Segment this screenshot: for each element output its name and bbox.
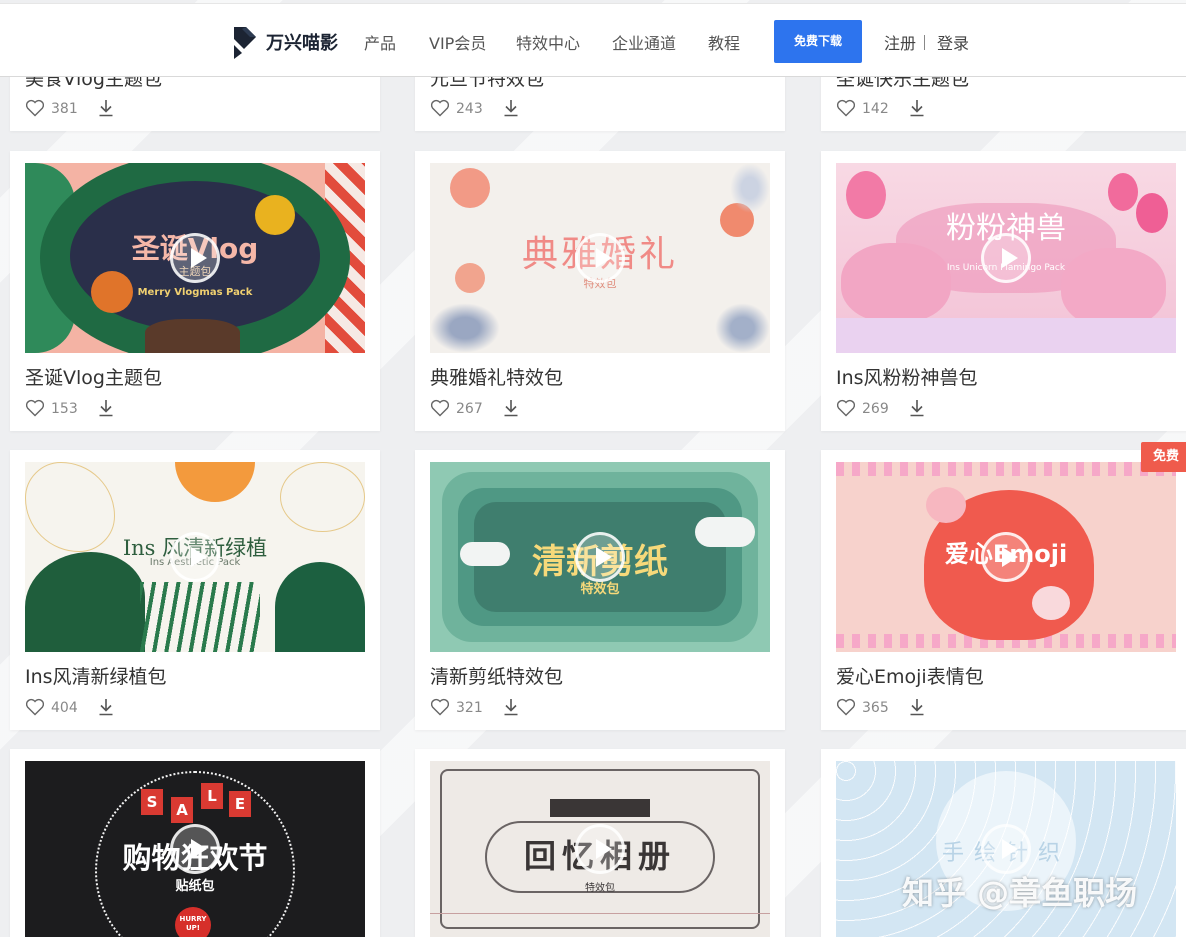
play-circle-icon[interactable] xyxy=(170,233,220,283)
free-download-button[interactable]: 免费下载 xyxy=(774,20,862,63)
download-arrow-icon[interactable] xyxy=(503,99,519,117)
play-circle-icon[interactable] xyxy=(575,532,625,582)
card-meta: 404 xyxy=(25,697,114,716)
thumb-subtitle: 贴纸包 xyxy=(175,879,215,894)
like-count: 381 xyxy=(51,101,78,117)
card-meta: 153 xyxy=(25,398,114,417)
register-link[interactable]: 注册 xyxy=(884,30,916,54)
card-meta: 381 xyxy=(25,98,114,117)
card-title: 圣诞Vlog主题包 xyxy=(25,367,162,389)
nav-vip[interactable]: VIP会员 xyxy=(429,30,486,54)
play-circle-icon[interactable] xyxy=(575,233,625,283)
play-circle-icon[interactable] xyxy=(170,532,220,582)
sale-letter: E xyxy=(229,791,251,817)
thumbnail[interactable]: Ins 风清新绿植 Ins Aesthetic Pack xyxy=(25,462,365,652)
card-green-plants[interactable]: Ins 风清新绿植 Ins Aesthetic Pack Ins风清新绿植包 4… xyxy=(10,450,380,730)
like-count: 321 xyxy=(456,700,483,716)
thumbnail[interactable]: 回忆相册 特效包 xyxy=(430,761,770,937)
heart-outline-icon[interactable] xyxy=(836,399,856,417)
like-count: 267 xyxy=(456,401,483,417)
like-count: 404 xyxy=(51,700,78,716)
nav-enterprise[interactable]: 企业通道 xyxy=(612,30,676,54)
like-count: 142 xyxy=(862,101,889,117)
heart-outline-icon[interactable] xyxy=(25,99,45,117)
thumbnail[interactable]: 圣诞Vlog 主题包 Merry Vlogmas Pack xyxy=(25,163,365,353)
card-title: 典雅婚礼特效包 xyxy=(430,367,564,389)
card-heart-emoji[interactable]: 爱心Emoji 免费 爱心Emoji表情包 365 xyxy=(821,442,1186,730)
card-meta: 267 xyxy=(430,398,519,417)
download-arrow-icon[interactable] xyxy=(909,698,925,716)
download-arrow-icon[interactable] xyxy=(98,698,114,716)
card-shopping-festival[interactable]: S A L E 购物狂欢节 贴纸包 HURRY UP! xyxy=(10,749,380,937)
thumb-subtitle: 特效包 xyxy=(585,883,615,894)
heart-outline-icon[interactable] xyxy=(25,698,45,716)
like-count: 269 xyxy=(862,401,889,417)
thumbnail[interactable]: S A L E 购物狂欢节 贴纸包 HURRY UP! xyxy=(25,761,365,937)
nav-tutorial[interactable]: 教程 xyxy=(708,30,740,54)
card-paper-cut[interactable]: 清新剪纸 特效包 清新剪纸特效包 321 xyxy=(415,450,785,730)
thumb-subtitle-en: Merry Vlogmas Pack xyxy=(137,287,253,298)
download-arrow-icon[interactable] xyxy=(98,399,114,417)
thumbnail[interactable]: 粉粉神兽 Ins Unicorn Flamingo Pack xyxy=(836,163,1176,353)
card-meta: 365 xyxy=(836,697,925,716)
download-arrow-icon[interactable] xyxy=(909,99,925,117)
thumbnail[interactable]: 清新剪纸 特效包 xyxy=(430,462,770,652)
brand-name: 万兴喵影 xyxy=(266,33,338,54)
heart-outline-icon[interactable] xyxy=(430,698,450,716)
sale-letter: L xyxy=(201,783,223,809)
card-title: Ins风清新绿植包 xyxy=(25,666,167,688)
like-count: 243 xyxy=(456,101,483,117)
download-arrow-icon[interactable] xyxy=(503,698,519,716)
card-christmas-vlog[interactable]: 圣诞Vlog 主题包 Merry Vlogmas Pack 圣诞Vlog主题包 … xyxy=(10,151,380,431)
top-navbar: 万兴喵影 产品 VIP会员 特效中心 企业通道 教程 免费下载 注册 登录 xyxy=(0,3,1186,77)
free-badge: 免费 xyxy=(1141,442,1186,472)
card-title: 爱心Emoji表情包 xyxy=(836,666,984,688)
heart-outline-icon[interactable] xyxy=(430,399,450,417)
login-link[interactable]: 登录 xyxy=(937,30,969,54)
sale-letter: A xyxy=(171,797,193,823)
card-meta: 321 xyxy=(430,697,519,716)
like-count: 153 xyxy=(51,401,78,417)
heart-outline-icon[interactable] xyxy=(430,99,450,117)
thumbnail[interactable]: 爱心Emoji xyxy=(836,462,1176,652)
brand-logo[interactable]: 万兴喵影 xyxy=(232,25,338,59)
hurry-up-badge: HURRY UP! xyxy=(175,907,211,937)
heart-outline-icon[interactable] xyxy=(836,99,856,117)
download-arrow-icon[interactable] xyxy=(98,99,114,117)
heart-outline-icon[interactable] xyxy=(25,399,45,417)
sale-letter: S xyxy=(141,789,163,815)
auth-divider xyxy=(924,35,925,50)
download-arrow-icon[interactable] xyxy=(503,399,519,417)
card-pink-unicorn[interactable]: 粉粉神兽 Ins Unicorn Flamingo Pack Ins风粉粉神兽包… xyxy=(821,151,1186,431)
play-circle-icon[interactable] xyxy=(981,824,1031,874)
card-meta: 269 xyxy=(836,398,925,417)
download-arrow-icon[interactable] xyxy=(909,399,925,417)
heart-outline-icon[interactable] xyxy=(836,698,856,716)
thumbnail[interactable]: 典雅婚礼 特效包 xyxy=(430,163,770,353)
nav-products[interactable]: 产品 xyxy=(364,30,396,54)
like-count: 365 xyxy=(862,700,889,716)
play-circle-icon[interactable] xyxy=(981,233,1031,283)
card-elegant-wedding[interactable]: 典雅婚礼 特效包 典雅婚礼特效包 267 xyxy=(415,151,785,431)
card-memory-album[interactable]: 回忆相册 特效包 xyxy=(415,749,785,937)
watermark: 知乎 @章鱼职场 xyxy=(902,874,1138,912)
play-circle-icon[interactable] xyxy=(575,824,625,874)
card-meta: 243 xyxy=(430,98,519,117)
nav-effects[interactable]: 特效中心 xyxy=(516,30,580,54)
template-grid: 美食Vlog主题包 381 元旦节特效包 243 圣诞快乐主题包 142 圣诞V… xyxy=(0,0,1186,937)
play-circle-icon[interactable] xyxy=(981,532,1031,582)
card-meta: 142 xyxy=(836,98,925,117)
card-title: 清新剪纸特效包 xyxy=(430,666,564,688)
card-title: Ins风粉粉神兽包 xyxy=(836,367,978,389)
play-circle-icon[interactable] xyxy=(170,824,220,874)
filmora-logo-icon xyxy=(234,27,256,59)
